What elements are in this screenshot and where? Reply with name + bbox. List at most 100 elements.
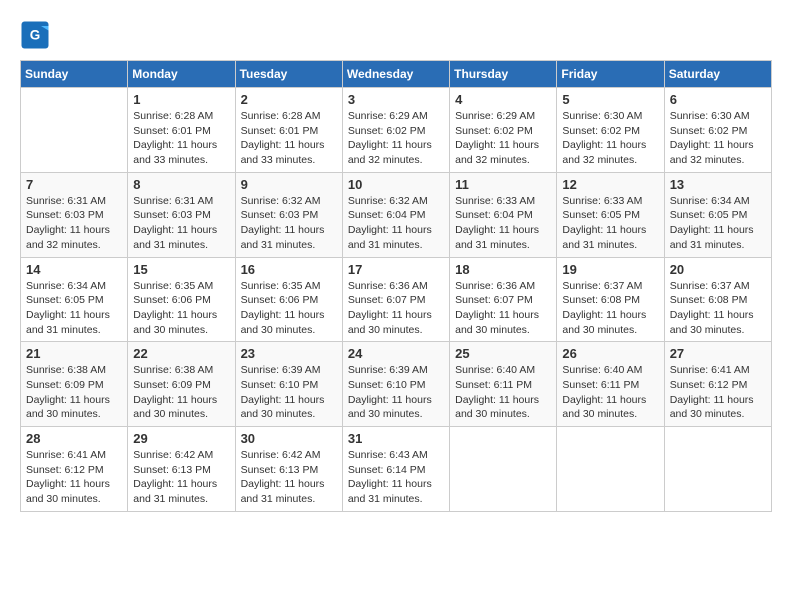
weekday-header-sunday: Sunday bbox=[21, 61, 128, 88]
calendar-cell bbox=[450, 427, 557, 512]
calendar-cell: 25 Sunrise: 6:40 AMSunset: 6:11 PMDayligh… bbox=[450, 342, 557, 427]
day-info: Sunrise: 6:33 AMSunset: 6:05 PMDaylight:… bbox=[562, 194, 658, 253]
day-info: Sunrise: 6:32 AMSunset: 6:04 PMDaylight:… bbox=[348, 194, 444, 253]
weekday-header-wednesday: Wednesday bbox=[342, 61, 449, 88]
calendar-week-row: 14 Sunrise: 6:34 AMSunset: 6:05 PMDayligh… bbox=[21, 257, 772, 342]
day-number: 23 bbox=[241, 346, 337, 361]
day-number: 29 bbox=[133, 431, 229, 446]
calendar-cell: 19 Sunrise: 6:37 AMSunset: 6:08 PMDayligh… bbox=[557, 257, 664, 342]
day-info: Sunrise: 6:42 AMSunset: 6:13 PMDaylight:… bbox=[241, 448, 337, 507]
calendar-cell: 31 Sunrise: 6:43 AMSunset: 6:14 PMDayligh… bbox=[342, 427, 449, 512]
weekday-header-monday: Monday bbox=[128, 61, 235, 88]
day-number: 6 bbox=[670, 92, 766, 107]
day-info: Sunrise: 6:43 AMSunset: 6:14 PMDaylight:… bbox=[348, 448, 444, 507]
day-info: Sunrise: 6:36 AMSunset: 6:07 PMDaylight:… bbox=[348, 279, 444, 338]
calendar-cell: 15Sunrise: 6:35 AMSunset: 6:06 PMDayligh… bbox=[128, 257, 235, 342]
page-header: G bbox=[20, 20, 772, 50]
day-info: Sunrise: 6:31 AMSunset: 6:03 PMDaylight:… bbox=[133, 194, 229, 253]
day-number: 12 bbox=[562, 177, 658, 192]
calendar-cell: 10 Sunrise: 6:32 AMSunset: 6:04 PMDayligh… bbox=[342, 172, 449, 257]
calendar-cell: 1Sunrise: 6:28 AMSunset: 6:01 PMDaylight… bbox=[128, 88, 235, 173]
day-info: Sunrise: 6:33 AMSunset: 6:04 PMDaylight:… bbox=[455, 194, 551, 253]
calendar-cell: 22 Sunrise: 6:38 AMSunset: 6:09 PMDayligh… bbox=[128, 342, 235, 427]
day-info: Sunrise: 6:29 AMSunset: 6:02 PMDaylight:… bbox=[348, 109, 444, 168]
day-number: 24 bbox=[348, 346, 444, 361]
calendar-cell bbox=[21, 88, 128, 173]
day-number: 25 bbox=[455, 346, 551, 361]
calendar-week-row: 7 Sunrise: 6:31 AMSunset: 6:03 PMDaylight… bbox=[21, 172, 772, 257]
day-number: 27 bbox=[670, 346, 766, 361]
day-info: Sunrise: 6:39 AMSunset: 6:10 PMDaylight:… bbox=[241, 363, 337, 422]
day-number: 19 bbox=[562, 262, 658, 277]
calendar-week-row: 28 Sunrise: 6:41 AMSunset: 6:12 PMDayligh… bbox=[21, 427, 772, 512]
calendar-cell: 11Sunrise: 6:33 AMSunset: 6:04 PMDayligh… bbox=[450, 172, 557, 257]
day-number: 3 bbox=[348, 92, 444, 107]
day-number: 2 bbox=[241, 92, 337, 107]
weekday-header-saturday: Saturday bbox=[664, 61, 771, 88]
day-info: Sunrise: 6:36 AMSunset: 6:07 PMDaylight:… bbox=[455, 279, 551, 338]
day-info: Sunrise: 6:32 AMSunset: 6:03 PMDaylight:… bbox=[241, 194, 337, 253]
day-number: 17 bbox=[348, 262, 444, 277]
day-number: 5 bbox=[562, 92, 658, 107]
day-number: 21 bbox=[26, 346, 122, 361]
calendar-cell: 2 Sunrise: 6:28 AMSunset: 6:01 PMDaylight… bbox=[235, 88, 342, 173]
day-number: 4 bbox=[455, 92, 551, 107]
day-number: 7 bbox=[26, 177, 122, 192]
calendar-cell: 18Sunrise: 6:36 AMSunset: 6:07 PMDayligh… bbox=[450, 257, 557, 342]
calendar-cell: 6Sunrise: 6:30 AMSunset: 6:02 PMDaylight… bbox=[664, 88, 771, 173]
logo: G bbox=[20, 20, 54, 50]
logo-icon: G bbox=[20, 20, 50, 50]
day-number: 16 bbox=[241, 262, 337, 277]
weekday-header-tuesday: Tuesday bbox=[235, 61, 342, 88]
day-number: 8 bbox=[133, 177, 229, 192]
day-info: Sunrise: 6:37 AMSunset: 6:08 PMDaylight:… bbox=[562, 279, 658, 338]
day-info: Sunrise: 6:38 AMSunset: 6:09 PMDaylight:… bbox=[26, 363, 122, 422]
day-info: Sunrise: 6:31 AMSunset: 6:03 PMDaylight:… bbox=[26, 194, 122, 253]
calendar-cell bbox=[557, 427, 664, 512]
day-info: Sunrise: 6:29 AMSunset: 6:02 PMDaylight:… bbox=[455, 109, 551, 168]
day-number: 31 bbox=[348, 431, 444, 446]
calendar-cell: 29 Sunrise: 6:42 AMSunset: 6:13 PMDayligh… bbox=[128, 427, 235, 512]
day-number: 13 bbox=[670, 177, 766, 192]
calendar-cell: 28 Sunrise: 6:41 AMSunset: 6:12 PMDayligh… bbox=[21, 427, 128, 512]
day-info: Sunrise: 6:41 AMSunset: 6:12 PMDaylight:… bbox=[26, 448, 122, 507]
calendar-cell: 26Sunrise: 6:40 AMSunset: 6:11 PMDayligh… bbox=[557, 342, 664, 427]
calendar-week-row: 1Sunrise: 6:28 AMSunset: 6:01 PMDaylight… bbox=[21, 88, 772, 173]
svg-text:G: G bbox=[30, 28, 41, 43]
day-info: Sunrise: 6:42 AMSunset: 6:13 PMDaylight:… bbox=[133, 448, 229, 507]
day-info: Sunrise: 6:37 AMSunset: 6:08 PMDaylight:… bbox=[670, 279, 766, 338]
calendar-cell: 21 Sunrise: 6:38 AMSunset: 6:09 PMDayligh… bbox=[21, 342, 128, 427]
day-info: Sunrise: 6:40 AMSunset: 6:11 PMDaylight:… bbox=[455, 363, 551, 422]
calendar-cell: 16 Sunrise: 6:35 AMSunset: 6:06 PMDayligh… bbox=[235, 257, 342, 342]
day-info: Sunrise: 6:28 AMSunset: 6:01 PMDaylight:… bbox=[241, 109, 337, 168]
calendar-cell: 20 Sunrise: 6:37 AMSunset: 6:08 PMDayligh… bbox=[664, 257, 771, 342]
calendar-table: SundayMondayTuesdayWednesdayThursdayFrid… bbox=[20, 60, 772, 512]
calendar-cell: 12 Sunrise: 6:33 AMSunset: 6:05 PMDayligh… bbox=[557, 172, 664, 257]
day-info: Sunrise: 6:39 AMSunset: 6:10 PMDaylight:… bbox=[348, 363, 444, 422]
day-info: Sunrise: 6:28 AMSunset: 6:01 PMDaylight:… bbox=[133, 109, 229, 168]
day-info: Sunrise: 6:34 AMSunset: 6:05 PMDaylight:… bbox=[670, 194, 766, 253]
day-number: 15 bbox=[133, 262, 229, 277]
day-number: 14 bbox=[26, 262, 122, 277]
day-number: 30 bbox=[241, 431, 337, 446]
calendar-cell: 30 Sunrise: 6:42 AMSunset: 6:13 PMDayligh… bbox=[235, 427, 342, 512]
calendar-cell: 27Sunrise: 6:41 AMSunset: 6:12 PMDayligh… bbox=[664, 342, 771, 427]
calendar-cell: 7 Sunrise: 6:31 AMSunset: 6:03 PMDaylight… bbox=[21, 172, 128, 257]
day-info: Sunrise: 6:34 AMSunset: 6:05 PMDaylight:… bbox=[26, 279, 122, 338]
day-info: Sunrise: 6:38 AMSunset: 6:09 PMDaylight:… bbox=[133, 363, 229, 422]
calendar-cell: 3 Sunrise: 6:29 AMSunset: 6:02 PMDaylight… bbox=[342, 88, 449, 173]
day-number: 28 bbox=[26, 431, 122, 446]
calendar-cell: 13 Sunrise: 6:34 AMSunset: 6:05 PMDayligh… bbox=[664, 172, 771, 257]
calendar-cell: 17 Sunrise: 6:36 AMSunset: 6:07 PMDayligh… bbox=[342, 257, 449, 342]
calendar-cell: 4 Sunrise: 6:29 AMSunset: 6:02 PMDaylight… bbox=[450, 88, 557, 173]
calendar-header-row: SundayMondayTuesdayWednesdayThursdayFrid… bbox=[21, 61, 772, 88]
calendar-cell bbox=[664, 427, 771, 512]
calendar-cell: 23 Sunrise: 6:39 AMSunset: 6:10 PMDayligh… bbox=[235, 342, 342, 427]
day-number: 20 bbox=[670, 262, 766, 277]
day-number: 22 bbox=[133, 346, 229, 361]
day-number: 10 bbox=[348, 177, 444, 192]
calendar-cell: 5Sunrise: 6:30 AMSunset: 6:02 PMDaylight… bbox=[557, 88, 664, 173]
day-info: Sunrise: 6:35 AMSunset: 6:06 PMDaylight:… bbox=[241, 279, 337, 338]
day-number: 26 bbox=[562, 346, 658, 361]
weekday-header-friday: Friday bbox=[557, 61, 664, 88]
